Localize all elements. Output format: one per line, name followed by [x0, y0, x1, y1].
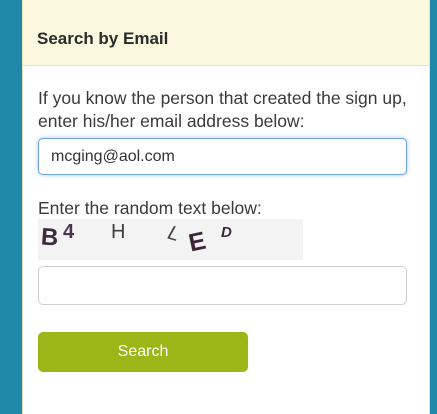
- captcha-image: B 4 H L E D: [38, 219, 303, 260]
- instructions-text: If you know the person that created the …: [38, 88, 407, 131]
- captcha-char: H: [111, 221, 126, 243]
- captcha-char: D: [221, 224, 232, 241]
- captcha-char: E: [186, 226, 209, 258]
- search-button[interactable]: Search: [38, 332, 248, 372]
- search-by-email-panel: Search by Email If you know the person t…: [22, 0, 430, 414]
- captcha-field[interactable]: [38, 266, 407, 305]
- captcha-char: 4: [63, 221, 75, 243]
- search-form: If you know the person that created the …: [23, 87, 429, 372]
- captcha-char: B: [40, 223, 60, 252]
- email-field[interactable]: [38, 138, 407, 175]
- captcha-label: Enter the random text below:: [38, 198, 262, 218]
- captcha-char: L: [165, 221, 183, 247]
- panel-header: Search by Email: [23, 0, 429, 66]
- panel-title: Search by Email: [37, 29, 169, 48]
